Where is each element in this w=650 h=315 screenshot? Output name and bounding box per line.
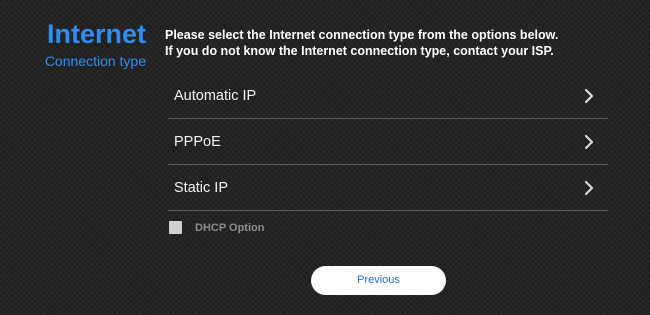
option-label: Static IP	[174, 180, 228, 196]
connection-type-list: Automatic IP PPPoE Static IP	[168, 73, 608, 211]
instructions-text: Please select the Internet connection ty…	[165, 27, 645, 59]
chevron-right-icon	[582, 180, 596, 196]
option-label: Automatic IP	[174, 88, 257, 104]
instructions-line-2: If you do not know the Internet connecti…	[165, 44, 554, 58]
dhcp-option-label: DHCP Option	[195, 222, 265, 234]
chevron-right-icon	[582, 134, 596, 150]
instructions-line-1: Please select the Internet connection ty…	[165, 28, 559, 42]
page-subtitle: Connection type	[44, 53, 146, 69]
option-pppoe[interactable]: PPPoE	[168, 119, 608, 165]
chevron-right-icon	[582, 88, 596, 104]
page-heading: Internet Connection type	[0, 18, 146, 70]
option-static-ip[interactable]: Static IP	[168, 165, 608, 211]
previous-button[interactable]: Previous	[311, 266, 446, 295]
dhcp-option-checkbox[interactable]	[169, 221, 182, 234]
option-automatic-ip[interactable]: Automatic IP	[168, 73, 608, 119]
page-title: Internet	[46, 19, 146, 49]
option-label: PPPoE	[174, 134, 221, 150]
